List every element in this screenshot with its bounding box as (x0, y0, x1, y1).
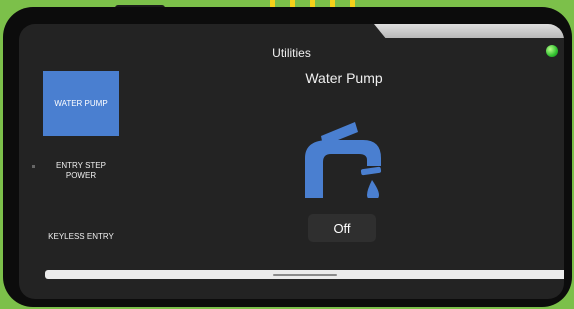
sidebar-item-water-pump[interactable]: WATER PUMP (43, 71, 119, 136)
screen-glare (374, 24, 564, 38)
screen: Utilities WATER PUMP ENTRY STEP POWER KE… (19, 24, 564, 299)
home-indicator[interactable] (273, 274, 337, 276)
sidebar-item-keyless-entry[interactable]: KEYLESS ENTRY (33, 232, 129, 241)
page-title: Utilities (272, 46, 311, 60)
device-bezel: Utilities WATER PUMP ENTRY STEP POWER KE… (3, 7, 572, 307)
water-pump-toggle-button[interactable]: Off (308, 214, 376, 242)
faucet-icon (305, 122, 382, 198)
panel-title: Water Pump (305, 70, 383, 86)
sidebar-item-entry-step-power[interactable]: ENTRY STEP POWER (43, 161, 119, 181)
tick-mark (32, 165, 35, 168)
